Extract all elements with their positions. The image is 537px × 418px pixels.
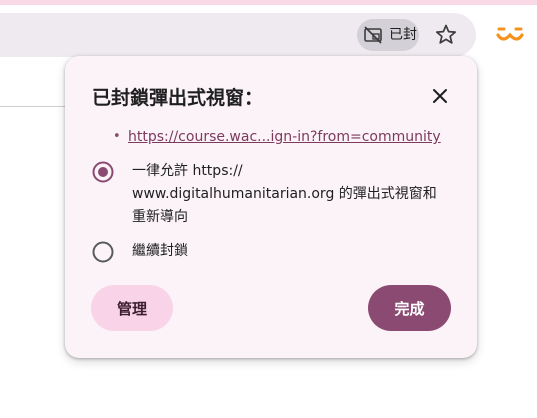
done-button[interactable]: 完成	[368, 285, 451, 331]
blocked-url-link[interactable]: https://course.wac...ign-in?from=communi…	[128, 126, 441, 148]
bookmark-button[interactable]	[432, 21, 460, 49]
radio-selected-icon	[92, 161, 114, 183]
page-divider	[0, 106, 70, 107]
always-allow-line-3: 重新導向	[132, 209, 188, 225]
popup-blocked-chip[interactable]: 已封	[357, 19, 419, 51]
keep-blocking-label: 繼續封鎖	[132, 243, 188, 259]
always-allow-line-2: www.digitalhumanitarian.org 的彈出式視窗和	[132, 186, 437, 202]
radio-unselected-icon	[92, 241, 114, 263]
browser-window: 已封 已封鎖彈出式視窗： • https://course.wac...ign-…	[0, 0, 537, 418]
radio-keep-blocking[interactable]	[92, 241, 114, 263]
close-button[interactable]	[427, 83, 453, 109]
popup-blocked-dialog: 已封鎖彈出式視窗： • https://course.wac...ign-in?…	[65, 56, 477, 358]
star-icon	[435, 24, 457, 44]
tab-strip-edge	[0, 0, 537, 5]
always-allow-line-1: 一律允許 https://	[132, 163, 243, 179]
radio-always-allow[interactable]	[92, 161, 114, 183]
extension-button[interactable]	[494, 21, 526, 49]
dialog-title: 已封鎖彈出式視窗：	[92, 87, 264, 109]
manage-button[interactable]: 管理	[91, 285, 173, 331]
always-allow-label: 一律允許 https:// www.digitalhumanitarian.or…	[132, 160, 462, 229]
popup-blocked-icon	[364, 26, 382, 44]
list-bullet: •	[113, 129, 121, 144]
close-icon	[433, 89, 447, 103]
popup-chip-label: 已封	[389, 27, 417, 43]
extension-smile-icon	[496, 27, 524, 41]
